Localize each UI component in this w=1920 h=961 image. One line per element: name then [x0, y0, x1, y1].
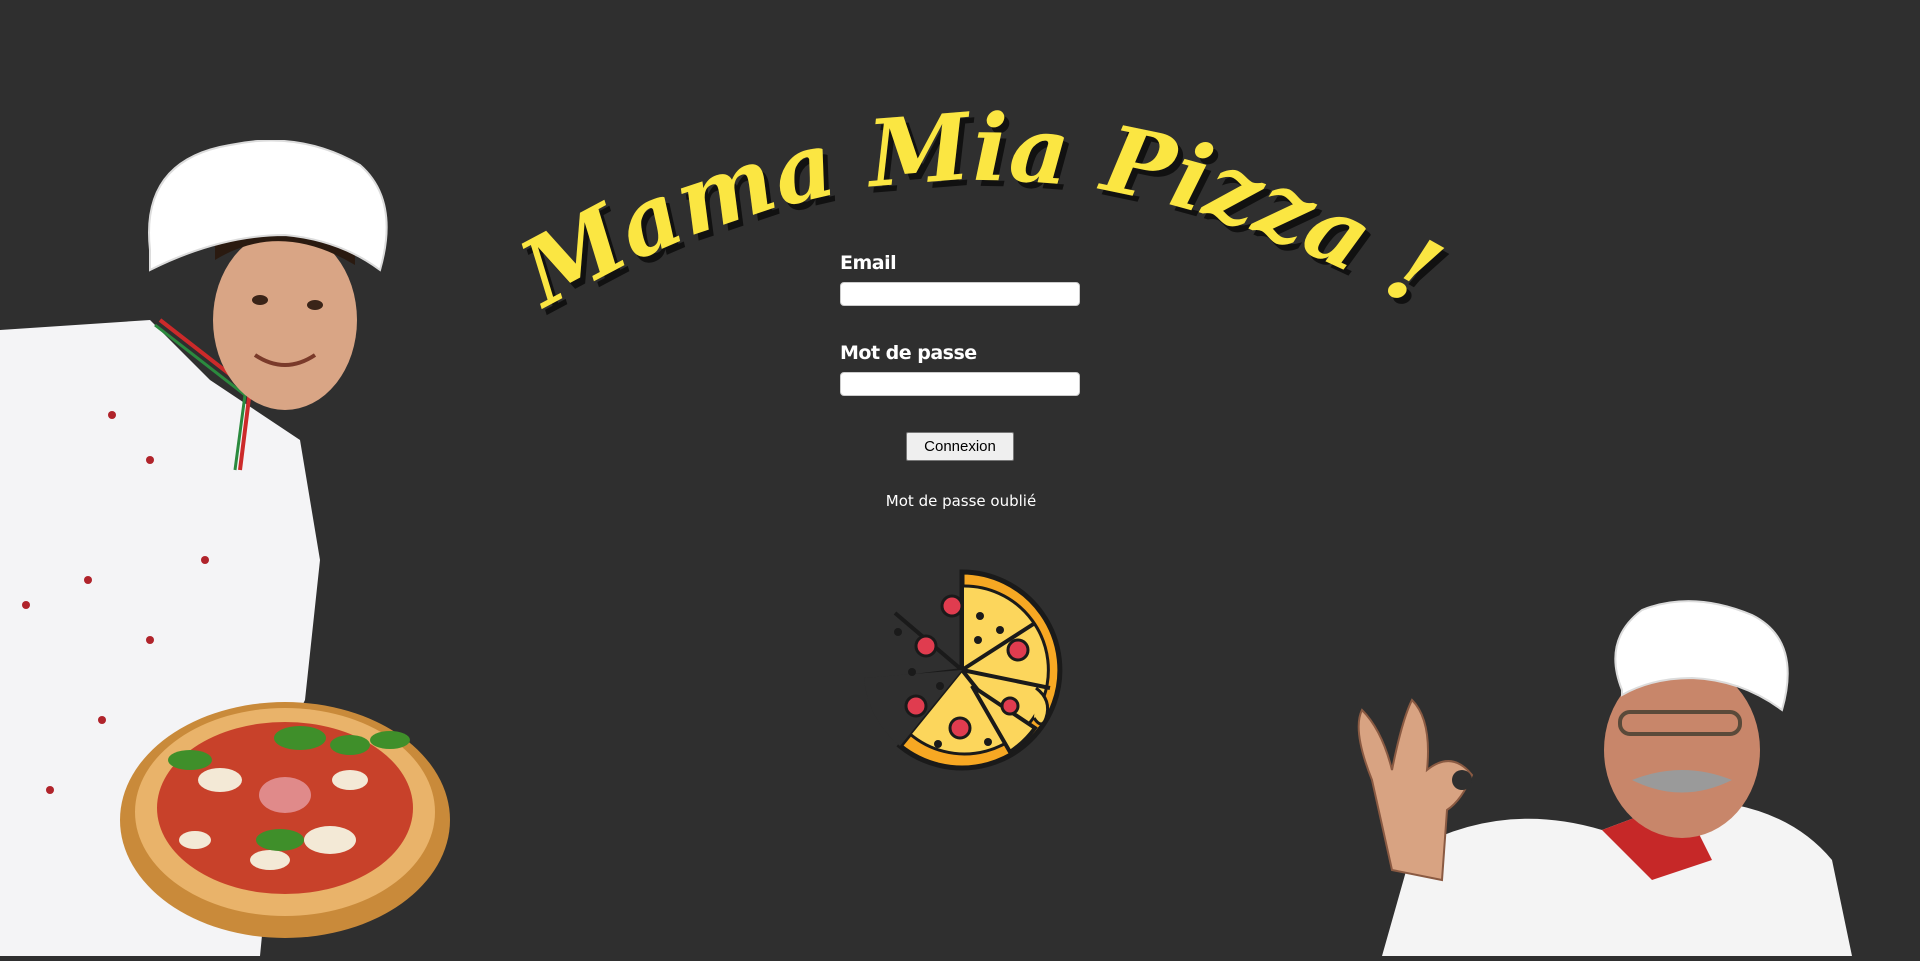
- connexion-button[interactable]: Connexion: [906, 432, 1014, 461]
- email-field[interactable]: [840, 282, 1080, 306]
- pizza-icon: [860, 568, 1064, 772]
- password-label: Mot de passe: [840, 342, 977, 364]
- email-group: Email: [840, 252, 1080, 306]
- forgot-password-link[interactable]: Mot de passe oublié: [840, 492, 1082, 510]
- chef-ok-gesture-image: [1352, 600, 1872, 956]
- email-label: Email: [840, 252, 897, 274]
- chef-with-pizza-image: [0, 139, 460, 956]
- password-group: Mot de passe: [840, 342, 1080, 396]
- password-field[interactable]: [840, 372, 1080, 396]
